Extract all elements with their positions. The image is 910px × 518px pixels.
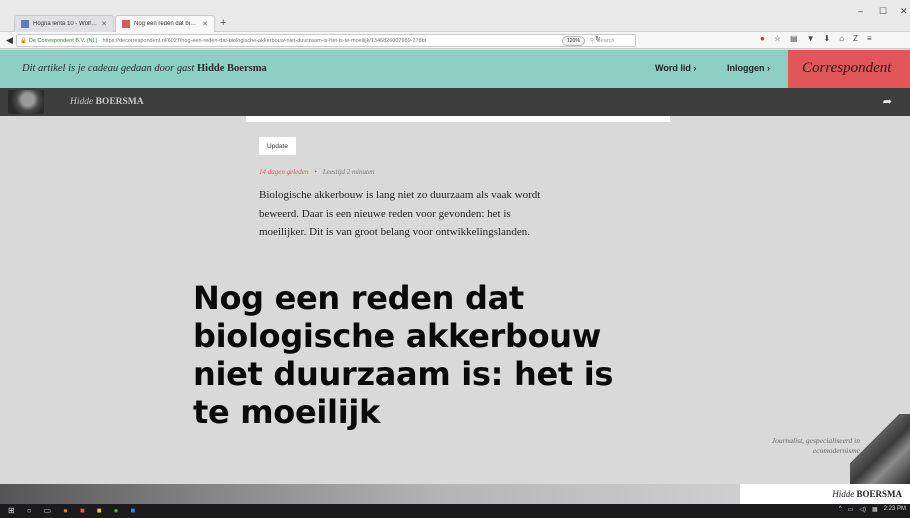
read-time: Leestijd 2 minuten [322,168,375,176]
zoom-badge[interactable]: 120% [562,36,585,46]
gift-prefix: Dit artikel is je cadeau gedaan door gas… [22,63,197,74]
tab-title: Hogna lenta 10 - Wolf spi... [33,21,97,27]
tab-hogna[interactable]: Hogna lenta 10 - Wolf spi... ✕ [14,15,114,32]
author-last-name: BOERSMA [95,97,144,107]
gift-message: Dit artikel is je cadeau gedaan door gas… [22,63,267,74]
posted-ago: 14 dagen geleden [259,168,309,176]
gift-author: Hidde Boersma [196,63,267,74]
firefox-icon[interactable]: ● [63,506,68,515]
bookmark-star-icon[interactable]: ☆ [774,34,781,43]
browser-nav-bar: ◀ 🔒 De Correspondent B.V. (NL) https://d… [0,32,910,49]
search-icon[interactable]: ○ [27,506,32,515]
task-view-icon[interactable]: ▭ [44,506,52,515]
toolbar-icons: ● ☆ ▤ ▼ ⬇ ⌂ Z ≡ [760,34,872,43]
lock-icon: 🔒 [20,37,27,44]
app-icon[interactable]: ■ [80,506,85,515]
meta-separator: • [314,168,317,176]
update-button[interactable]: Update [259,137,296,155]
taskbar-icons: ⊞ ○ ▭ ● ■ ■ ● ■ [8,506,135,515]
window-close-icon[interactable]: ✕ [900,6,908,17]
file-explorer-icon[interactable]: ■ [97,506,102,515]
author-card-name: Hidde BOERSMA [832,489,902,499]
author-first-name: Hidde [70,97,94,107]
wikipedia-favicon-icon [21,20,29,28]
system-tray: ^ ▭ ◁) ▦ 2:23 PM [839,506,906,513]
article-meta: 14 dagen geleden • Leestijd 2 minuten [259,168,375,176]
content-top-strip [246,116,670,122]
search-input[interactable]: ⚲ Search [590,34,710,47]
article-lead: Biologische akkerbouw is lang niet zo du… [259,189,541,239]
clock[interactable]: 2:23 PM [884,506,906,513]
address-bar[interactable]: 🔒 De Correspondent B.V. (NL) https://dec… [16,34,636,47]
back-arrow-icon[interactable]: ◀ [6,35,13,46]
chrome-icon[interactable]: ● [114,506,119,515]
article-headline: Nog een reden dat biologische akkerbouw … [193,279,614,431]
tray-arrow-icon[interactable]: ^ [839,506,842,513]
minimize-icon[interactable]: ‒ [858,6,863,16]
volume-icon[interactable]: ◁) [859,506,866,513]
new-tab-icon[interactable]: + [220,15,226,32]
close-icon[interactable]: ✕ [101,20,107,28]
network-icon[interactable]: ▭ [848,506,854,513]
author-card[interactable]: Hidde BOERSMA [740,484,910,504]
windows-start-icon[interactable]: ⊞ [8,506,15,515]
taskbar: ⊞ ○ ▭ ● ■ ■ ● ■ ^ ▭ ◁) ▦ 2:23 PM [0,504,910,518]
search-icon: ⚲ [590,37,595,44]
home-icon[interactable]: ⌂ [839,34,844,43]
site-logo[interactable]: Correspondent [788,50,910,88]
menu-icon[interactable]: ≡ [867,34,872,43]
gift-banner: Dit artikel is je cadeau gedaan door gas… [0,50,910,88]
tab-article[interactable]: Nog een reden dat biologi... ✕ [115,15,215,32]
browser-tab-bar: Hogna lenta 10 - Wolf spi... ✕ Nog een r… [0,0,910,32]
close-icon[interactable]: ✕ [202,20,208,28]
author-card-first-name: Hidde [832,489,855,499]
extension-icon[interactable]: ● [760,34,765,43]
header-image-strip [0,484,740,504]
search-placeholder: Search [597,37,615,44]
site-identity: De Correspondent B.V. (NL) [28,37,98,44]
zotero-icon[interactable]: Z [853,34,858,43]
library-icon[interactable]: ▤ [790,34,798,43]
pocket-icon[interactable]: ▼ [807,34,815,43]
logo-text: Correspondent [802,60,892,76]
keyboard-icon[interactable]: ▦ [872,506,878,513]
author-photo[interactable] [850,414,910,484]
avatar[interactable] [8,90,44,114]
login-link[interactable]: Inloggen › [727,63,770,73]
author-bio: Journalist, gespecialiseerd in ecomodern… [771,436,860,455]
author-card-last-name: BOERSMA [856,489,902,499]
share-icon[interactable]: ➦ [883,95,892,108]
tab-title: Nog een reden dat biologi... [134,21,199,27]
become-member-link[interactable]: Word lid › [655,63,696,73]
app-icon[interactable]: ■ [130,506,135,515]
download-icon[interactable]: ⬇ [824,34,831,43]
author-name[interactable]: Hidde BOERSMA [70,97,144,107]
author-bar: Hidde BOERSMA ➦ [0,88,910,116]
url-text: https://decorrespondent.nl/6027/nog-een-… [102,37,427,44]
correspondent-favicon-icon [122,20,130,28]
maximize-icon[interactable]: ☐ [879,6,887,17]
